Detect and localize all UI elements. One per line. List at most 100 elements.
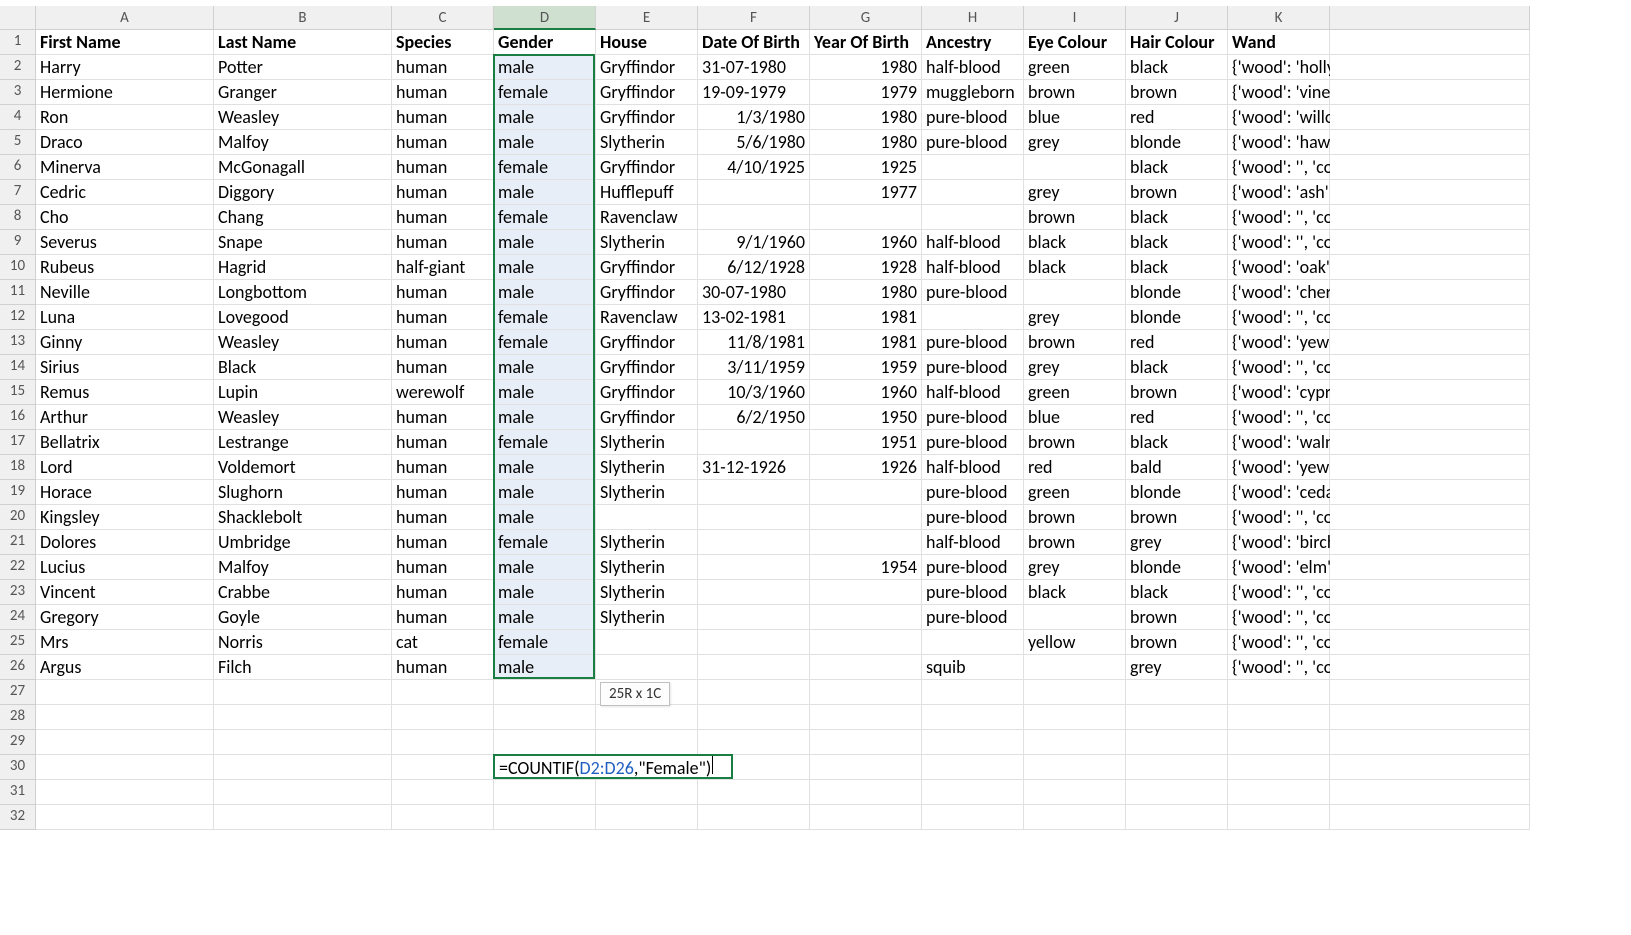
cell-D15[interactable]: male — [494, 380, 596, 405]
cell-G16[interactable]: 1950 — [810, 405, 922, 430]
cell-H27[interactable] — [922, 680, 1024, 705]
cell-H7[interactable] — [922, 180, 1024, 205]
cell-D22[interactable]: male — [494, 555, 596, 580]
cell-I23[interactable]: black — [1024, 580, 1126, 605]
row-header-25[interactable]: 25 — [0, 630, 36, 655]
cell-B29[interactable] — [214, 730, 392, 755]
cell-C24[interactable]: human — [392, 605, 494, 630]
cell-A26[interactable]: Argus — [36, 655, 214, 680]
cell-A15[interactable]: Remus — [36, 380, 214, 405]
column-header-G[interactable]: G — [810, 6, 922, 30]
cell-filler-16[interactable] — [1330, 405, 1530, 430]
cell-A19[interactable]: Horace — [36, 480, 214, 505]
cell-B27[interactable] — [214, 680, 392, 705]
cell-B3[interactable]: Granger — [214, 80, 392, 105]
cell-K9[interactable]: {'wood': '', 'core': '', 'length': — [1228, 230, 1330, 255]
cell-C28[interactable] — [392, 705, 494, 730]
cell-K17[interactable]: {'wood': 'walnut', 'core': 'dra — [1228, 430, 1330, 455]
cell-I15[interactable]: green — [1024, 380, 1126, 405]
cell-K26[interactable]: {'wood': '', 'core': '', 'length': — [1228, 655, 1330, 680]
cell-K22[interactable]: {'wood': 'elm', 'core': 'drago — [1228, 555, 1330, 580]
cell-filler-10[interactable] — [1330, 255, 1530, 280]
column-header-A[interactable]: A — [36, 6, 214, 30]
cell-F29[interactable] — [698, 730, 810, 755]
cell-K6[interactable]: {'wood': '', 'core': '', 'length': — [1228, 155, 1330, 180]
cell-E16[interactable]: Gryffindor — [596, 405, 698, 430]
cell-J22[interactable]: blonde — [1126, 555, 1228, 580]
cell-H21[interactable]: half-blood — [922, 530, 1024, 555]
cell-I32[interactable] — [1024, 805, 1126, 830]
cell-D12[interactable]: female — [494, 305, 596, 330]
cell-J8[interactable]: black — [1126, 205, 1228, 230]
cell-E3[interactable]: Gryffindor — [596, 80, 698, 105]
cell-F15[interactable]: 10/3/1960 — [698, 380, 810, 405]
cell-B15[interactable]: Lupin — [214, 380, 392, 405]
row-header-19[interactable]: 19 — [0, 480, 36, 505]
cell-G20[interactable] — [810, 505, 922, 530]
cell-F3[interactable]: 19-09-1979 — [698, 80, 810, 105]
cell-H4[interactable]: pure-blood — [922, 105, 1024, 130]
cell-G7[interactable]: 1977 — [810, 180, 922, 205]
column-header-extra[interactable] — [1330, 6, 1530, 30]
cell-H29[interactable] — [922, 730, 1024, 755]
row-header-12[interactable]: 12 — [0, 305, 36, 330]
cell-F27[interactable] — [698, 680, 810, 705]
cell-G11[interactable]: 1980 — [810, 280, 922, 305]
cell-I31[interactable] — [1024, 780, 1126, 805]
cell-A11[interactable]: Neville — [36, 280, 214, 305]
cell-I8[interactable]: brown — [1024, 205, 1126, 230]
cell-D32[interactable] — [494, 805, 596, 830]
cell-A4[interactable]: Ron — [36, 105, 214, 130]
cell-G17[interactable]: 1951 — [810, 430, 922, 455]
cell-G25[interactable] — [810, 630, 922, 655]
cell-E2[interactable]: Gryffindor — [596, 55, 698, 80]
cell-I24[interactable] — [1024, 605, 1126, 630]
cell-A27[interactable] — [36, 680, 214, 705]
cell-A5[interactable]: Draco — [36, 130, 214, 155]
column-header-K[interactable]: K — [1228, 6, 1330, 30]
cell-A22[interactable]: Lucius — [36, 555, 214, 580]
cell-C2[interactable]: human — [392, 55, 494, 80]
cell-B1[interactable]: Last Name — [214, 30, 392, 55]
cell-E31[interactable] — [596, 780, 698, 805]
cell-filler-24[interactable] — [1330, 605, 1530, 630]
cell-H25[interactable] — [922, 630, 1024, 655]
cell-A17[interactable]: Bellatrix — [36, 430, 214, 455]
cell-D5[interactable]: male — [494, 130, 596, 155]
cell-G31[interactable] — [810, 780, 922, 805]
cell-C8[interactable]: human — [392, 205, 494, 230]
cell-I10[interactable]: black — [1024, 255, 1126, 280]
cell-I3[interactable]: brown — [1024, 80, 1126, 105]
cell-K30[interactable] — [1228, 755, 1330, 780]
cell-H11[interactable]: pure-blood — [922, 280, 1024, 305]
cell-C10[interactable]: half-giant — [392, 255, 494, 280]
cell-I17[interactable]: brown — [1024, 430, 1126, 455]
cell-E5[interactable]: Slytherin — [596, 130, 698, 155]
cell-G22[interactable]: 1954 — [810, 555, 922, 580]
cell-H9[interactable]: half-blood — [922, 230, 1024, 255]
cell-I26[interactable] — [1024, 655, 1126, 680]
cell-K12[interactable]: {'wood': '', 'core': '', 'length': — [1228, 305, 1330, 330]
row-header-14[interactable]: 14 — [0, 355, 36, 380]
cell-A24[interactable]: Gregory — [36, 605, 214, 630]
cell-E24[interactable]: Slytherin — [596, 605, 698, 630]
cell-I6[interactable] — [1024, 155, 1126, 180]
cell-filler-28[interactable] — [1330, 705, 1530, 730]
cell-K1[interactable]: Wand — [1228, 30, 1330, 55]
cell-A31[interactable] — [36, 780, 214, 805]
row-header-8[interactable]: 8 — [0, 205, 36, 230]
cell-J31[interactable] — [1126, 780, 1228, 805]
cell-H28[interactable] — [922, 705, 1024, 730]
cell-C31[interactable] — [392, 780, 494, 805]
cell-filler-25[interactable] — [1330, 630, 1530, 655]
cell-C14[interactable]: human — [392, 355, 494, 380]
cell-F9[interactable]: 9/1/1960 — [698, 230, 810, 255]
cell-G1[interactable]: Year Of Birth — [810, 30, 922, 55]
cell-filler-11[interactable] — [1330, 280, 1530, 305]
cell-K7[interactable]: {'wood': 'ash', 'core': 'unicor — [1228, 180, 1330, 205]
cell-C27[interactable] — [392, 680, 494, 705]
cell-D11[interactable]: male — [494, 280, 596, 305]
cell-K21[interactable]: {'wood': 'birch', 'core': 'drag — [1228, 530, 1330, 555]
cell-C17[interactable]: human — [392, 430, 494, 455]
cell-D31[interactable] — [494, 780, 596, 805]
